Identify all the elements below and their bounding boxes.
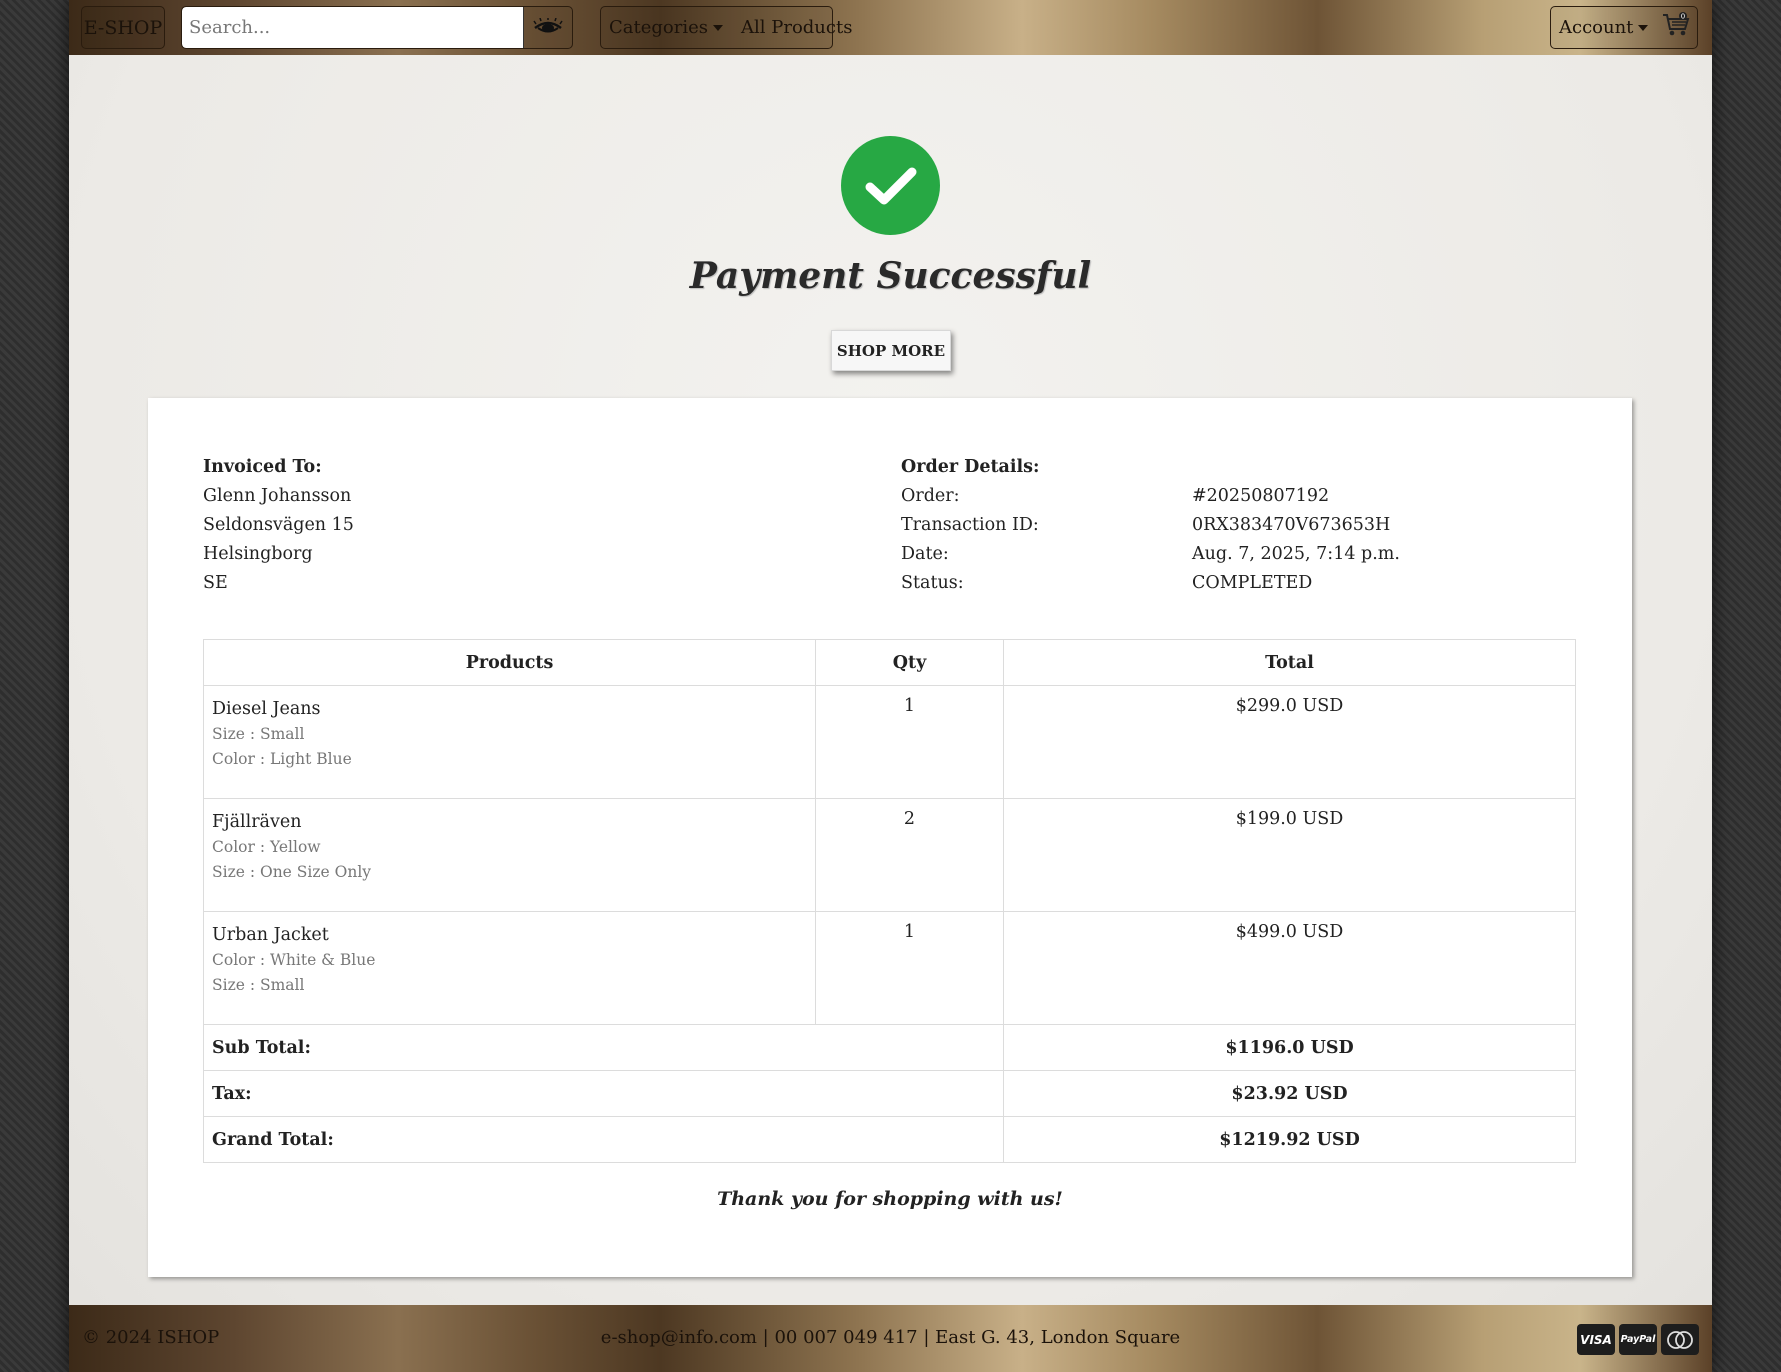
- header-products: Products: [203, 639, 816, 686]
- thank-you-message: Thank you for shopping with us!: [717, 1188, 1063, 1210]
- qty-cell: 2: [815, 798, 1004, 912]
- search-input[interactable]: [182, 7, 524, 48]
- mastercard-icon: [1661, 1324, 1699, 1355]
- date-label: Date:: [901, 544, 949, 564]
- visa-icon: VISA: [1577, 1324, 1615, 1355]
- cart-button[interactable]: 0: [1662, 12, 1690, 43]
- search-button[interactable]: [524, 7, 572, 48]
- table-row: Urban Jacket Color : White & Blue Size :…: [203, 911, 1576, 1025]
- subtotal-label: Sub Total:: [203, 1024, 1004, 1071]
- status-row: Status: COMPLETED: [901, 569, 1521, 598]
- shop-more-button[interactable]: SHOP MORE: [831, 330, 951, 371]
- grand-total-row: Grand Total: $1219.92 USD: [203, 1116, 1576, 1163]
- table-row: Diesel Jeans Size : Small Color : Light …: [203, 685, 1576, 799]
- invoiced-to: Invoiced To: Glenn Johansson Seldonsväge…: [203, 453, 354, 598]
- order-row: Order: #20250807192: [901, 482, 1521, 511]
- product-attr: Color : White & Blue: [212, 951, 376, 969]
- total-cell: $299.0 USD: [1003, 685, 1576, 799]
- product-name: Diesel Jeans: [212, 699, 321, 719]
- date-row: Date: Aug. 7, 2025, 7:14 p.m.: [901, 540, 1521, 569]
- grand-total-label: Grand Total:: [203, 1116, 1004, 1163]
- eye-search-icon: [533, 17, 563, 32]
- contact-info: e-shop@info.com | 00 007 049 417 | East …: [600, 1327, 1181, 1348]
- subtotal-row: Sub Total: $1196.0 USD: [203, 1024, 1576, 1071]
- grand-total-value: $1219.92 USD: [1003, 1116, 1576, 1163]
- chevron-down-icon: [713, 25, 723, 31]
- cart-icon: 0: [1663, 12, 1690, 36]
- product-cell: Urban Jacket Color : White & Blue Size :…: [203, 911, 816, 1025]
- main-content: Payment Successful SHOP MORE Invoiced To…: [69, 55, 1712, 1305]
- qty-cell: 1: [815, 911, 1004, 1025]
- header-qty: Qty: [815, 639, 1004, 686]
- brand-logo[interactable]: E-SHOP: [81, 6, 165, 49]
- product-attr: Size : One Size Only: [212, 863, 372, 881]
- tax-value: $23.92 USD: [1003, 1070, 1576, 1117]
- product-attr: Size : Small: [212, 725, 305, 743]
- tax-row: Tax: $23.92 USD: [203, 1070, 1576, 1117]
- customer-city: Helsingborg: [203, 544, 313, 564]
- qty-cell: 1: [815, 685, 1004, 799]
- customer-name: Glenn Johansson: [203, 486, 352, 506]
- check-circle-icon: [841, 136, 940, 235]
- page-frame: E-SHOP Categories All Products Account: [69, 0, 1712, 1372]
- payment-methods: VISA PayPal: [1577, 1324, 1699, 1355]
- product-attr: Size : Small: [212, 976, 305, 994]
- customer-country: SE: [203, 573, 228, 593]
- chevron-down-icon: [1638, 25, 1649, 31]
- transaction-label: Transaction ID:: [901, 515, 1039, 535]
- navbar: E-SHOP Categories All Products Account: [69, 0, 1712, 55]
- table-row: Fjällräven Color : Yellow Size : One Siz…: [203, 798, 1576, 912]
- invoice-card: Invoiced To: Glenn Johansson Seldonsväge…: [148, 398, 1632, 1277]
- tax-label: Tax:: [203, 1070, 1004, 1117]
- nav-menu: Categories All Products: [600, 6, 852, 49]
- categories-label: Categories: [609, 17, 708, 38]
- account-dropdown[interactable]: Account: [1559, 17, 1649, 38]
- product-attr: Color : Yellow: [212, 838, 321, 856]
- subtotal-value: $1196.0 USD: [1003, 1024, 1576, 1071]
- product-cell: Fjällräven Color : Yellow Size : One Siz…: [203, 798, 816, 912]
- footer: © 2024 ISHOP e-shop@info.com | 00 007 04…: [69, 1305, 1712, 1372]
- total-cell: $499.0 USD: [1003, 911, 1576, 1025]
- product-attr: Color : Light Blue: [212, 750, 352, 768]
- order-label: Order:: [901, 486, 960, 506]
- transaction-id: 0RX383470V673653H: [1192, 515, 1391, 535]
- header-total: Total: [1003, 639, 1576, 686]
- account-label: Account: [1559, 17, 1634, 38]
- order-number: #20250807192: [1192, 486, 1330, 506]
- svg-text:0: 0: [1681, 13, 1685, 21]
- transaction-row: Transaction ID: 0RX383470V673653H: [901, 511, 1521, 540]
- total-cell: $199.0 USD: [1003, 798, 1576, 912]
- all-products-link[interactable]: All Products: [741, 17, 852, 38]
- invoiced-to-heading: Invoiced To:: [203, 457, 322, 477]
- order-details: Order Details: Order: #20250807192 Trans…: [901, 453, 1521, 598]
- products-table: Products Qty Total Diesel Jeans Size : S…: [203, 639, 1576, 1163]
- product-name: Urban Jacket: [212, 925, 329, 945]
- search-bar: [181, 6, 573, 49]
- product-name: Fjällräven: [212, 812, 302, 832]
- order-date: Aug. 7, 2025, 7:14 p.m.: [1192, 544, 1400, 564]
- order-details-heading: Order Details:: [901, 457, 1040, 477]
- product-cell: Diesel Jeans Size : Small Color : Light …: [203, 685, 816, 799]
- table-header-row: Products Qty Total: [203, 639, 1576, 686]
- account-menu: Account 0: [1550, 6, 1698, 49]
- order-status: COMPLETED: [1192, 573, 1313, 593]
- paypal-icon: PayPal: [1619, 1324, 1657, 1355]
- categories-dropdown[interactable]: Categories: [609, 17, 723, 38]
- status-label: Status:: [901, 573, 964, 593]
- page-title: Payment Successful: [689, 255, 1092, 297]
- customer-street: Seldonsvägen 15: [203, 515, 354, 535]
